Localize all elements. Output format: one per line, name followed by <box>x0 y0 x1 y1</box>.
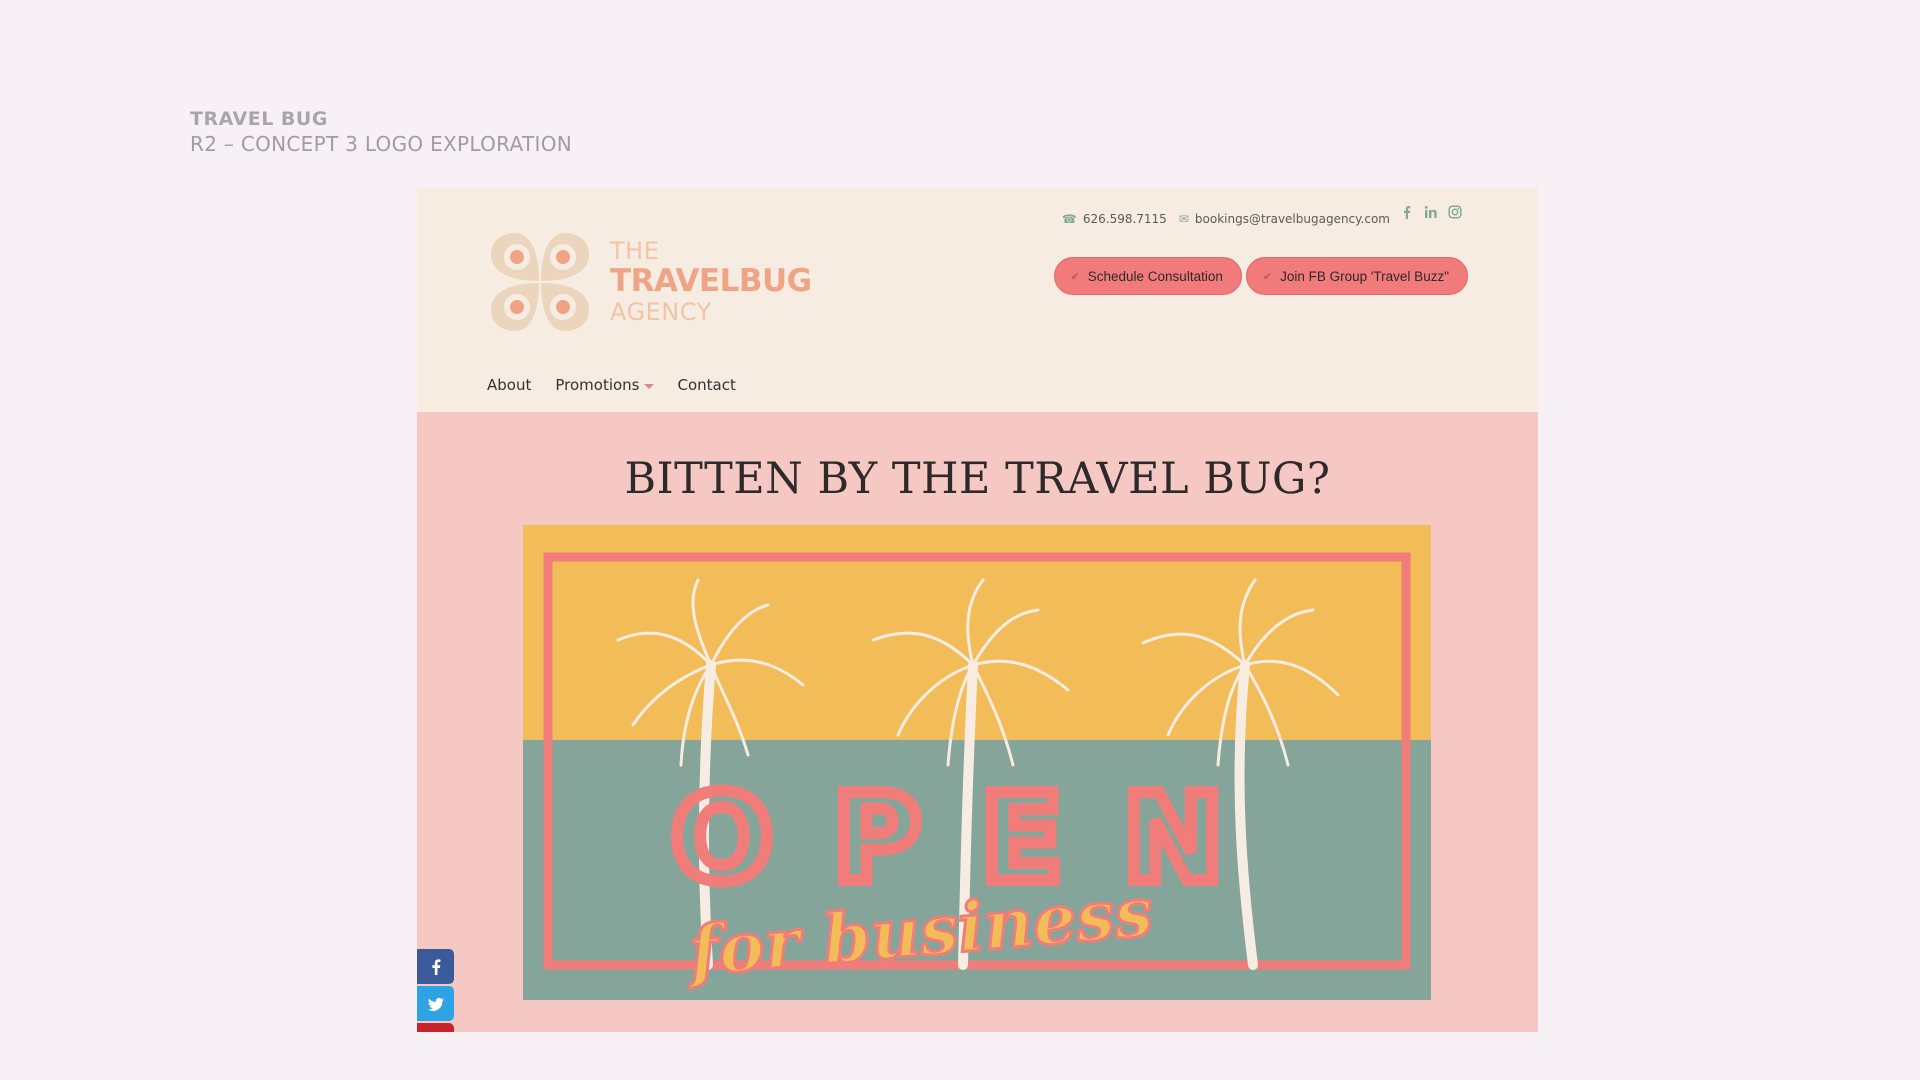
contact-bar: ☎ 626.598.7115 ✉ bookings@travelbugagenc… <box>1062 212 1390 226</box>
logo-line-travelbug: TRAVELBUG <box>610 263 812 299</box>
phone-number: 626.598.7115 <box>1082 212 1167 226</box>
pinterest-share-icon <box>433 1031 438 1032</box>
join-fb-group-label: Join FB Group 'Travel Buzz" <box>1280 268 1449 284</box>
caret-down-icon <box>643 383 654 389</box>
linkedin-icon[interactable] <box>1424 205 1438 219</box>
site-header: THE TRAVELBUG AGENCY ☎ 626.598.7115 ✉ bo… <box>417 188 1538 412</box>
join-fb-group-button[interactable]: ✔ Join FB Group 'Travel Buzz" <box>1245 257 1468 295</box>
schedule-consultation-button[interactable]: ✔ Schedule Consultation <box>1053 257 1242 295</box>
twitter-share-button[interactable] <box>417 986 454 1021</box>
logo-line-the: THE <box>610 237 660 265</box>
check-icon: ✔ <box>1262 270 1273 283</box>
open-for-business-image: OPEN for business <box>523 525 1431 1000</box>
website-mockup: THE TRAVELBUG AGENCY ☎ 626.598.7115 ✉ bo… <box>417 188 1538 1032</box>
nav-label-contact: Contact <box>677 376 736 394</box>
nav-label-about: About <box>487 376 532 394</box>
envelope-icon: ✉ <box>1178 212 1189 226</box>
hero-section: BITTEN BY THE TRAVEL BUG? OPEN for busin… <box>417 412 1538 1032</box>
pinterest-share-button[interactable] <box>417 1023 454 1032</box>
facebook-share-button[interactable] <box>417 949 454 984</box>
facebook-icon[interactable] <box>1400 205 1414 219</box>
nav-label-promotions: Promotions <box>555 376 640 394</box>
social-share-bar <box>417 949 454 1032</box>
phone-contact[interactable]: ☎ 626.598.7115 <box>1062 212 1167 226</box>
email-contact[interactable]: ✉ bookings@travelbugagency.com <box>1179 212 1390 226</box>
logo-mark-icon[interactable] <box>489 231 591 333</box>
nav-item-contact[interactable]: Contact <box>678 376 736 394</box>
main-nav: About Promotions Contact <box>487 376 736 394</box>
schedule-consultation-label: Schedule Consultation <box>1087 268 1223 284</box>
social-links <box>1400 205 1462 219</box>
presentation-title: TRAVEL BUG <box>190 108 328 130</box>
twitter-share-icon <box>427 997 444 1011</box>
instagram-icon[interactable] <box>1448 205 1462 219</box>
email-address: bookings@travelbugagency.com <box>1194 212 1390 226</box>
logo-wordmark[interactable]: THE TRAVELBUG AGENCY <box>610 239 812 324</box>
logo-line-agency: AGENCY <box>610 298 712 326</box>
presentation-subtitle: R2 – CONCEPT 3 LOGO EXPLORATION <box>190 132 572 156</box>
nav-item-promotions[interactable]: Promotions <box>555 376 654 394</box>
check-icon: ✔ <box>1070 270 1080 283</box>
hero-title: BITTEN BY THE TRAVEL BUG? <box>624 454 1331 504</box>
phone-icon: ☎ <box>1061 212 1077 226</box>
facebook-share-icon <box>431 958 440 975</box>
nav-item-about[interactable]: About <box>487 376 531 394</box>
cta-buttons: ✔ Schedule Consultation ✔ Join FB Group … <box>1053 257 1468 295</box>
